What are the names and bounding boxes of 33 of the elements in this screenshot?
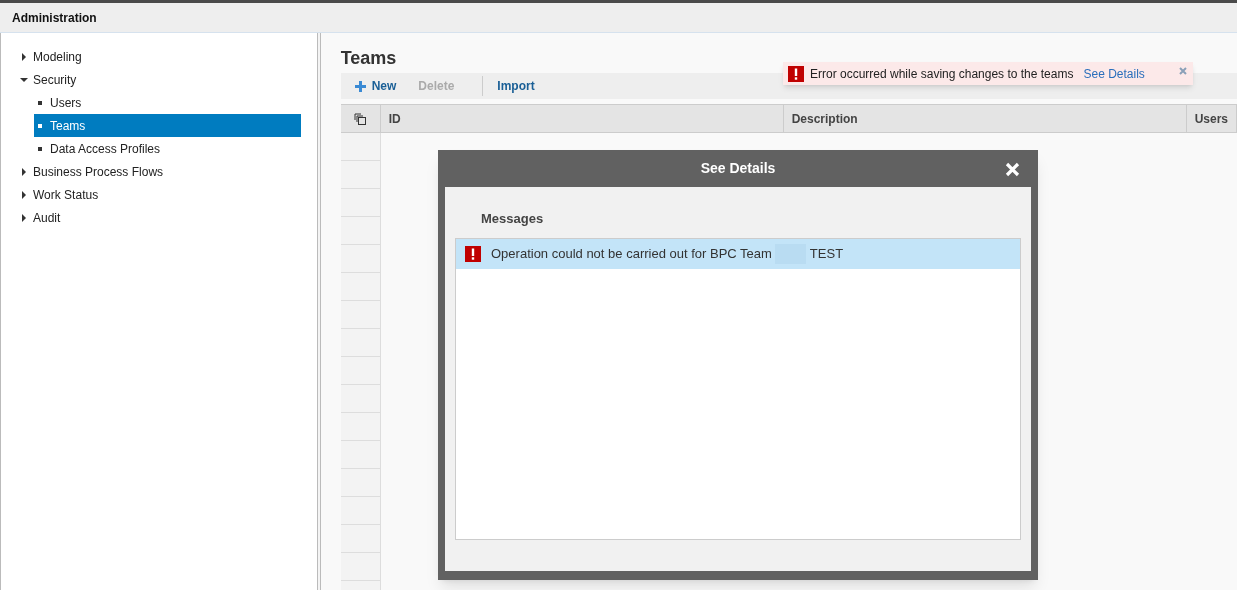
caret-right-icon[interactable]	[19, 51, 29, 62]
caret-right-icon[interactable]	[19, 189, 29, 200]
tree-item[interactable]: Business Process Flows	[19, 160, 301, 183]
message-row[interactable]: Operation could not be carried out for BPC Team TEST	[456, 239, 1020, 269]
bullet-icon	[38, 100, 42, 105]
caret-right-icon[interactable]	[19, 166, 29, 177]
tree-item[interactable]: Users	[34, 91, 301, 114]
copy-icon[interactable]	[354, 112, 367, 125]
toast-message: Error occurred while saving changes to the teams	[810, 65, 1074, 83]
bullet-icon	[38, 146, 42, 151]
tree-item[interactable]: Modeling	[19, 45, 301, 68]
section-label: Messages	[480, 210, 545, 228]
message-text: TEST	[809, 245, 844, 264]
see-details-link[interactable]: See Details	[1083, 64, 1145, 83]
plus-icon	[354, 80, 366, 92]
header-title: Administration	[12, 9, 97, 27]
new-button[interactable]: New	[352, 77, 399, 95]
tree-item[interactable]: Work Status	[19, 183, 301, 206]
caret-right-icon[interactable]	[19, 212, 29, 223]
error-icon	[465, 246, 481, 262]
toolbar-button[interactable]: Import	[495, 77, 537, 95]
bullet-icon	[38, 123, 42, 128]
dialog-title: See Details	[700, 159, 776, 178]
page-title: Teams	[340, 47, 397, 70]
tree-item[interactable]: Teams	[34, 114, 301, 137]
tree-item[interactable]: Audit	[19, 206, 301, 229]
message-text: Operation could not be carried out for BPC Team	[491, 245, 772, 264]
column-header[interactable]: Description	[783, 105, 1187, 132]
tree-item[interactable]: Data Access Profiles	[34, 137, 301, 160]
column-header[interactable]: ID	[380, 105, 784, 132]
error-icon	[788, 65, 804, 82]
tree-item[interactable]: Security	[19, 68, 301, 91]
column-header[interactable]: Users	[1186, 105, 1237, 132]
